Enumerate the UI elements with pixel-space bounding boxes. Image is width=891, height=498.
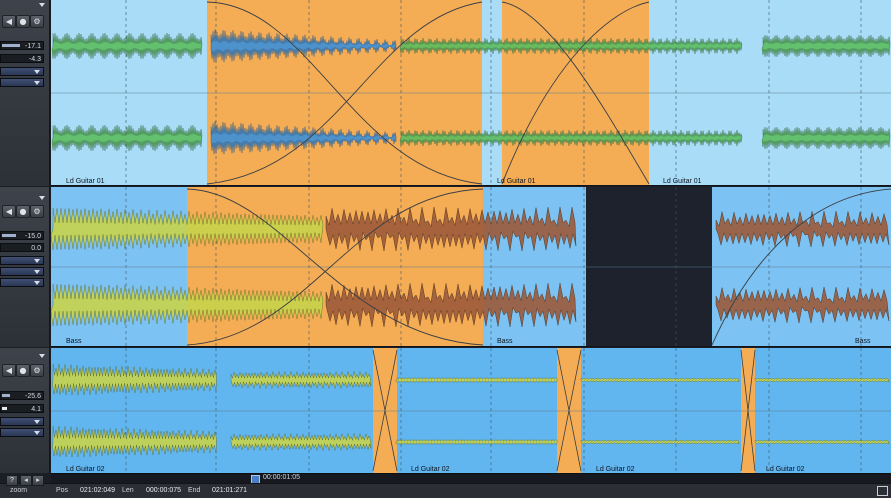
len-label: Len <box>122 487 134 494</box>
waveform-segment <box>715 286 890 324</box>
chevron-down-icon <box>34 420 40 424</box>
record-button[interactable]: ● <box>16 364 30 377</box>
record-button[interactable]: ● <box>16 15 30 28</box>
track-2-canvas <box>51 187 891 347</box>
end-label: End <box>188 487 201 494</box>
track-1-canvas <box>51 0 891 186</box>
waveform-segment <box>52 364 217 396</box>
waveform-segment <box>715 210 890 248</box>
pan-field[interactable]: -4.3 <box>0 54 44 63</box>
clip-label: Ld Guitar 02 <box>66 466 105 473</box>
volume-field[interactable]: -15.0 <box>0 231 44 240</box>
record-button[interactable]: ● <box>16 205 30 218</box>
volume-bar <box>2 44 20 47</box>
output-select[interactable] <box>0 267 44 276</box>
track-3-canvas <box>51 348 891 473</box>
waveform-segment <box>399 37 743 55</box>
end-value[interactable]: 021:01:271 <box>212 487 247 494</box>
pos-label: Pos <box>56 487 69 494</box>
chevron-down-icon <box>34 259 40 263</box>
waveform-segment <box>580 439 740 445</box>
clip-label: Ld Guitar 02 <box>766 466 805 473</box>
clip-label: Ld Guitar 02 <box>596 466 635 473</box>
pan-bar <box>2 407 7 410</box>
waveform-segment <box>761 126 891 150</box>
clip-label: Bass <box>497 338 513 345</box>
waveform-segment <box>761 34 891 58</box>
volume-field[interactable]: -17.1 <box>0 41 44 50</box>
volume-field[interactable]: -25.6 <box>0 391 44 400</box>
waveform-segment <box>52 426 217 458</box>
track-lane-1[interactable]: Ld Guitar 01 Ld Guitar 01 Ld Guitar 01 <box>51 0 891 186</box>
output-select[interactable] <box>0 78 44 87</box>
waveform-segment <box>51 32 203 60</box>
fit-window-icon[interactable] <box>877 486 888 496</box>
pan-value: 0.0 <box>31 245 41 252</box>
waveform-segment <box>230 433 372 451</box>
waveform-segment <box>395 438 558 445</box>
volume-value: -25.6 <box>25 393 41 400</box>
fx-button[interactable]: ⚙ <box>30 364 44 377</box>
waveform-segment <box>230 371 372 389</box>
zoom-label: zoom <box>10 487 28 494</box>
waveform-segment <box>399 129 743 147</box>
waveform-segment <box>754 439 890 445</box>
fx-button[interactable]: ⚙ <box>30 205 44 218</box>
clip-label: Ld Guitar 01 <box>497 178 536 185</box>
waveform-segment <box>51 124 203 152</box>
len-value[interactable]: 000:00:075 <box>146 487 181 494</box>
zoom-in-button[interactable]: ▸ <box>32 475 44 486</box>
chevron-down-icon <box>34 281 40 285</box>
help-button[interactable]: ? <box>6 475 18 486</box>
track-header-2: ◀ ● ⚙ -15.0 0.0 <box>0 187 50 347</box>
pan-value: -4.3 <box>28 56 41 63</box>
pan-field[interactable]: 4.1 <box>0 404 44 413</box>
track-header-3: ◀ ● ⚙ -25.6 4.1 <box>0 348 50 473</box>
chevron-down-icon <box>34 70 40 74</box>
input-select[interactable] <box>0 67 44 76</box>
fx-button[interactable]: ⚙ <box>30 15 44 28</box>
track-header-1: ◀ ● ⚙ -17.1 -4.3 <box>0 0 50 186</box>
clip-label: Bass <box>66 338 82 345</box>
waveform-segment <box>580 377 740 383</box>
clip-label: Ld Guitar 01 <box>66 178 105 185</box>
input-select[interactable] <box>0 417 44 426</box>
output-select[interactable] <box>0 428 44 437</box>
track-lane-3[interactable]: Ld Guitar 02 Ld Guitar 02 Ld Guitar 02 L… <box>51 348 891 473</box>
track-menu-icon[interactable] <box>39 196 45 200</box>
chevron-down-icon <box>34 431 40 435</box>
aux-select[interactable] <box>0 278 44 287</box>
status-bar: ? ◂ ▸ zoom Pos 021:02:049 Len 000:00:075… <box>0 475 891 498</box>
pan-value: 4.1 <box>31 406 41 413</box>
waveform-segment <box>395 376 558 383</box>
chevron-down-icon <box>34 81 40 85</box>
track-lane-2[interactable]: Bass Bass Bass <box>51 187 891 347</box>
volume-value: -15.0 <box>25 233 41 240</box>
volume-bar <box>2 394 10 397</box>
ruler-position: 00:00:01:05 <box>263 474 300 481</box>
volume-bar <box>2 234 16 237</box>
mute-button[interactable]: ◀ <box>2 364 16 377</box>
clip-label: Bass <box>855 338 871 345</box>
mute-button[interactable]: ◀ <box>2 15 16 28</box>
pan-field[interactable]: 0.0 <box>0 243 44 252</box>
chevron-down-icon <box>34 270 40 274</box>
input-select[interactable] <box>0 256 44 265</box>
mute-button[interactable]: ◀ <box>2 205 16 218</box>
pos-value[interactable]: 021:02:049 <box>80 487 115 494</box>
zoom-out-button[interactable]: ◂ <box>20 475 32 486</box>
track-menu-icon[interactable] <box>39 3 45 7</box>
track-menu-icon[interactable] <box>39 354 45 358</box>
clip-label: Ld Guitar 01 <box>663 178 702 185</box>
waveform-segment <box>754 377 890 383</box>
volume-value: -17.1 <box>25 43 41 50</box>
clip-label: Ld Guitar 02 <box>411 466 450 473</box>
waveform <box>52 364 890 458</box>
